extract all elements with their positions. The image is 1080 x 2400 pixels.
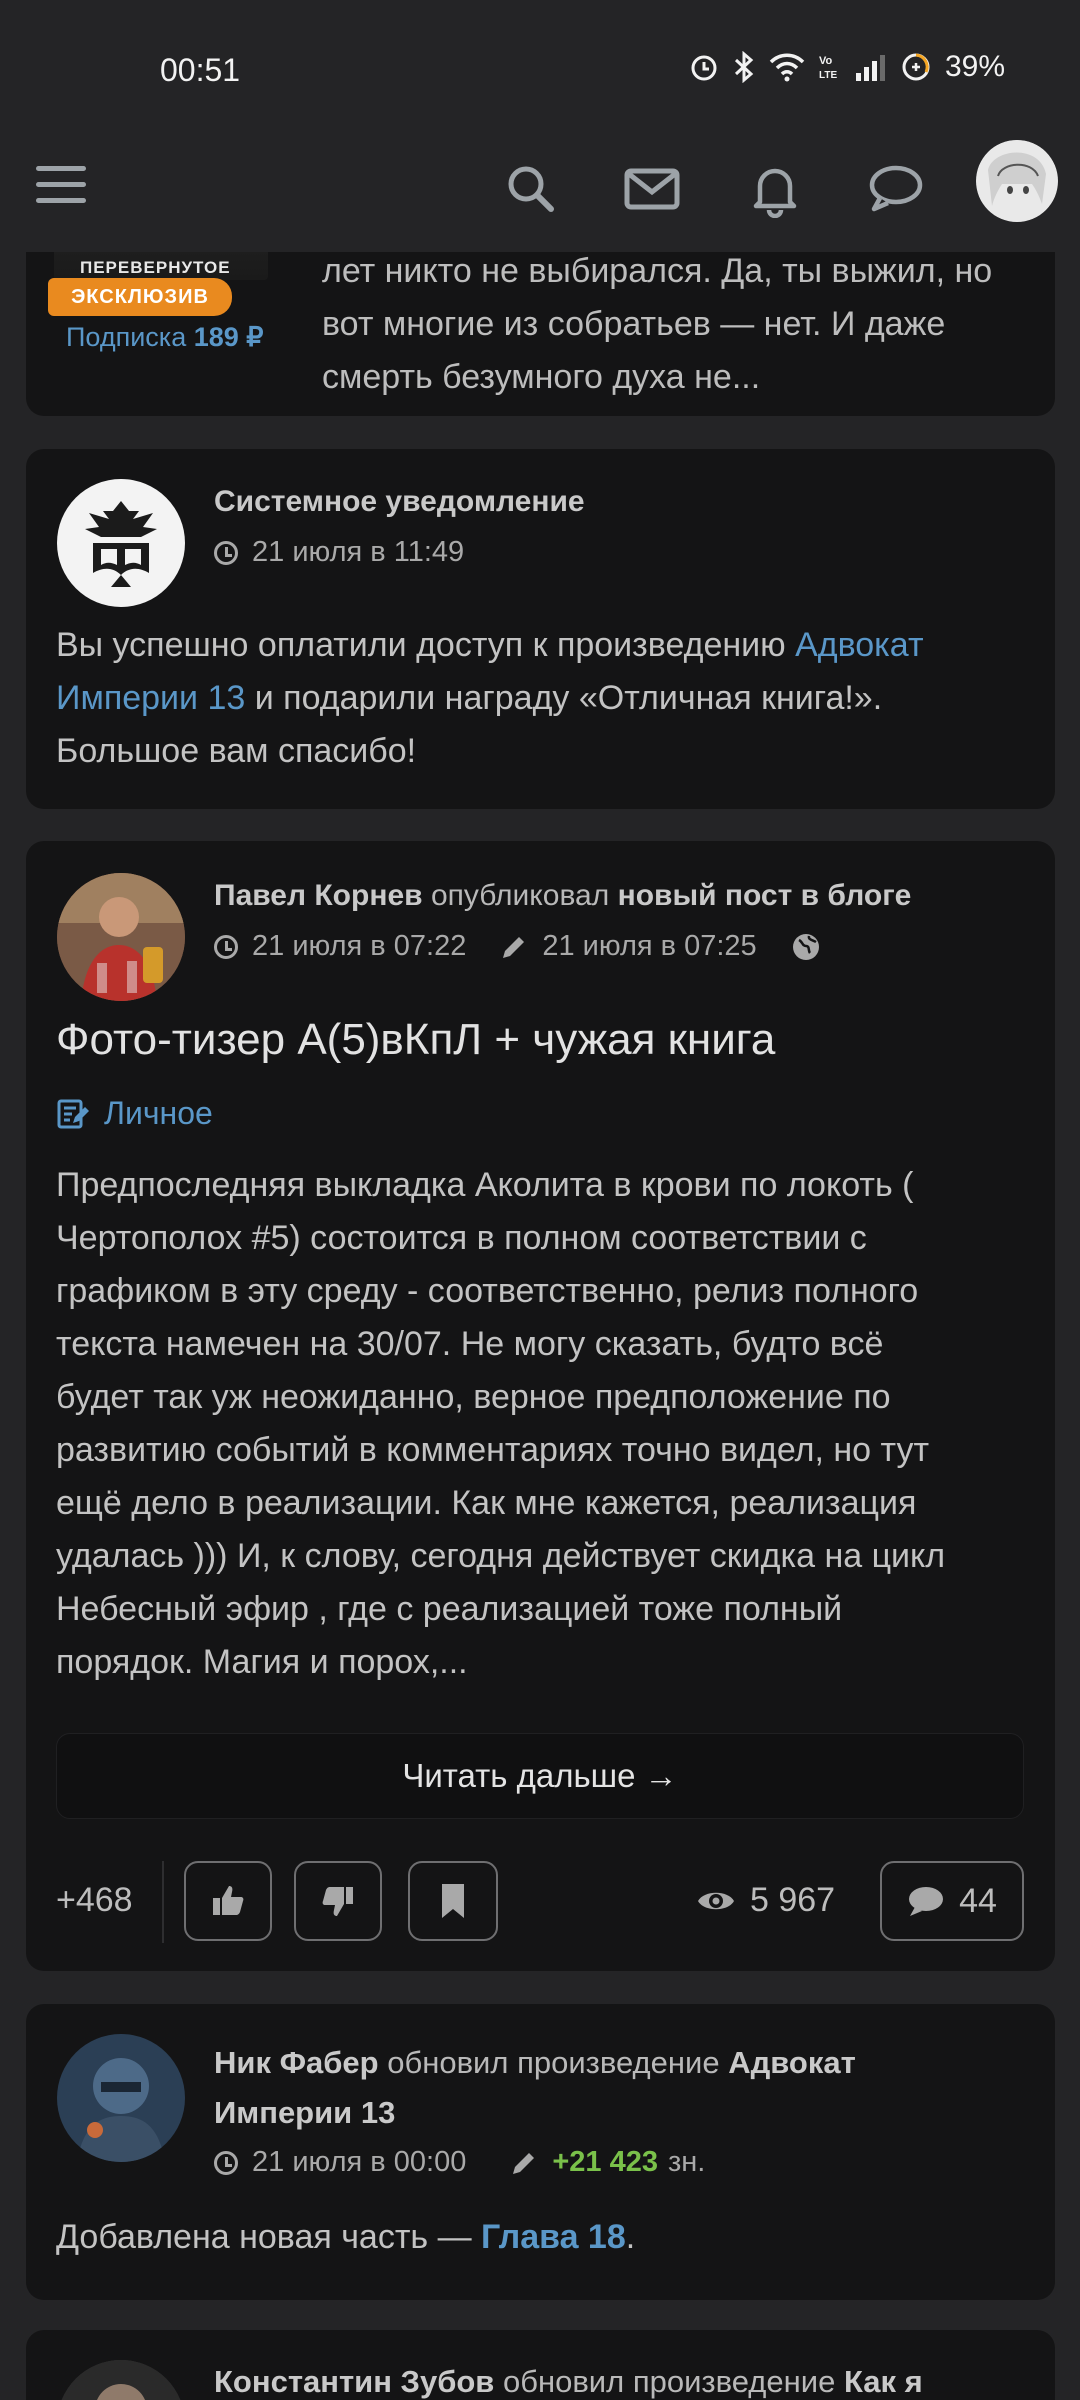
post-edited: 21 июля в 07:25 [542, 930, 757, 962]
chapter-link[interactable]: Глава 18 [481, 2218, 626, 2256]
edit-note-icon [57, 1099, 89, 1128]
annotation-line: смерть безумного духа не... [322, 358, 761, 396]
bookmark-button[interactable] [408, 1861, 498, 1941]
notification-time: 21 июля в 11:49 [214, 536, 464, 569]
bell-icon[interactable] [745, 158, 805, 218]
pencil-icon [513, 2152, 535, 2174]
alarm-icon [691, 55, 717, 81]
post-meta: 21 июля в 07:22 21 июля в 07:25 [214, 930, 821, 963]
divider [162, 1861, 164, 1943]
svg-text:LTE: LTE [819, 70, 837, 81]
notification-author[interactable]: Системное уведомление [214, 485, 585, 519]
comments-icon [909, 1887, 944, 1916]
globe-icon [792, 933, 819, 960]
annotation-line: вот многие из собратьев — нет. И даже [322, 305, 946, 343]
clock-icon [214, 540, 238, 565]
post-published: 21 июля в 07:22 [252, 930, 467, 962]
status-bar: 00:51 Vo LTE 39% [0, 0, 1080, 130]
menu-hamburger-icon[interactable] [36, 166, 86, 208]
eagle-book-logo-icon [85, 501, 157, 587]
notification-text: Вы успешно оплатили доступ к произведени… [56, 626, 924, 770]
status-icons: Vo LTE 39% [689, 50, 1005, 84]
chars-added: +21 423 [552, 2146, 658, 2178]
status-time: 00:51 [160, 52, 241, 88]
views-count: 5 967 [696, 1881, 835, 1920]
clock-icon [214, 934, 238, 959]
author-avatar[interactable] [57, 873, 185, 1001]
search-icon[interactable] [500, 158, 560, 218]
post-title[interactable]: Фото-тизер А(5)вКпЛ + чужая книга [56, 1015, 775, 1065]
update-author-line: Ник Фабер обновил произведение Адвокат И… [214, 2045, 856, 2130]
wifi-icon [769, 53, 805, 82]
bookmark-icon [442, 1884, 464, 1918]
chat-icon[interactable] [866, 158, 926, 218]
post-author[interactable]: Павел Корнев [214, 879, 423, 912]
update-author-line: Константин Зубов обновил произведение Ка… [214, 2364, 923, 2399]
exclusive-badge: ЭКСКЛЮЗИВ [48, 278, 232, 316]
feed-card-work-update: Ник Фабер обновил произведение Адвокат И… [26, 2004, 1055, 2300]
update-text: Добавлена новая часть — Глава 18. [56, 2218, 636, 2256]
update-author[interactable]: Константин Зубов [214, 2364, 494, 2399]
comments-button[interactable]: 44 [880, 1861, 1024, 1941]
post-excerpt: Предпоследняя выкладка Аколита в крови п… [56, 1166, 946, 1681]
thumbs-up-icon [213, 1886, 244, 1915]
post-rating: +468 [56, 1881, 133, 1919]
svg-text:Vo: Vo [819, 55, 833, 67]
mail-icon[interactable] [622, 158, 682, 218]
feed-card-work-update-2: Константин Зубов обновил произведение Ка… [26, 2330, 1055, 2400]
user-avatar[interactable] [976, 140, 1058, 222]
system-avatar [57, 479, 185, 607]
author-avatar[interactable] [57, 2034, 185, 2162]
eye-icon [698, 1892, 734, 1909]
dislike-button[interactable] [294, 1861, 382, 1941]
post-author-line: Павел Корнев опубликовал новый пост в бл… [214, 879, 912, 912]
battery-saver-icon [902, 53, 930, 81]
work-link[interactable]: Империи 13 [56, 679, 245, 717]
signal-icon [855, 55, 885, 81]
volte-icon: Vo LTE [819, 55, 837, 81]
read-more-button[interactable]: Читать дальше → [56, 1733, 1024, 1819]
pencil-icon [503, 936, 525, 958]
battery-percent: 39% [944, 50, 1005, 83]
feed-card-blog-post: Павел Корнев опубликовал новый пост в бл… [26, 841, 1055, 1971]
author-avatar[interactable] [57, 2360, 185, 2400]
post-target[interactable]: новый пост в блоге [618, 879, 912, 912]
like-button[interactable] [184, 1861, 272, 1941]
feed-card-system-notification: Системное уведомление 21 июля в 11:49 Вы… [26, 449, 1055, 809]
update-work[interactable]: Империи 13 [214, 2095, 395, 2130]
app-header [0, 130, 1080, 252]
clock-icon [214, 2150, 238, 2175]
update-meta: 21 июля в 00:00 +21 423 зн. [214, 2146, 705, 2179]
work-link[interactable]: Адвокат [795, 626, 923, 664]
post-category[interactable]: Личное [56, 1095, 213, 1132]
bluetooth-icon [734, 51, 754, 83]
thumbs-down-icon [322, 1887, 353, 1916]
subscription-price[interactable]: Подписка 189 ₽ [66, 322, 263, 353]
annotation-line: лет никто не выбирался. Да, ты выжил, но [322, 252, 993, 290]
update-work[interactable]: Адвокат [728, 2045, 856, 2080]
book-annotation: лет никто не выбирался. Да, ты выжил, но… [322, 245, 1022, 404]
update-work[interactable]: Как я [844, 2364, 923, 2399]
update-author[interactable]: Ник Фабер [214, 2045, 379, 2080]
